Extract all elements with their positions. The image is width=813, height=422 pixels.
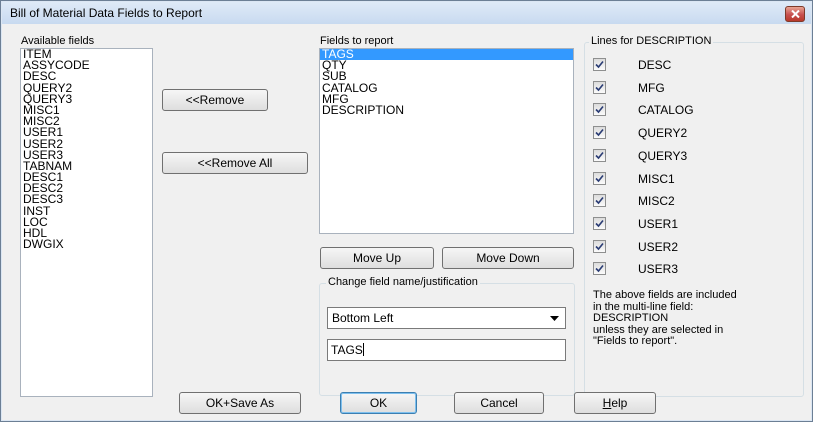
- available-fields-list[interactable]: ITEM ASSYCODE DESC QUERY2 QUERY3 MISC1 MISC2 US…: [20, 48, 153, 397]
- checkbox-label: USER3: [638, 262, 679, 277]
- line-checkbox-row[interactable]: USER2: [593, 237, 803, 259]
- checkbox-label: MISC2: [638, 194, 675, 209]
- note-line: The above fields are included: [593, 289, 737, 301]
- checkbox-label: QUERY3: [638, 148, 688, 163]
- report-item[interactable]: DESCRIPTION: [320, 104, 573, 116]
- check-icon: [595, 197, 604, 205]
- line-checkbox-row[interactable]: USER3: [593, 259, 803, 281]
- field-name-value: TAGS: [331, 343, 363, 357]
- line-checkbox-row[interactable]: USER1: [593, 214, 803, 236]
- check-icon: [595, 60, 604, 69]
- description-note: The above fields are included in the mul…: [593, 289, 793, 348]
- justification-value: Bottom Left: [332, 311, 394, 325]
- cancel-button[interactable]: Cancel: [454, 392, 544, 414]
- checkbox[interactable]: [593, 171, 606, 185]
- report-item[interactable]: QTY: [320, 59, 573, 71]
- checkbox[interactable]: [593, 216, 606, 230]
- window-title: Bill of Material Data Fields to Report: [10, 6, 203, 20]
- checkbox[interactable]: [593, 103, 606, 117]
- checkbox-label: CATALOG: [638, 103, 694, 118]
- note-line: "Fields to report".: [593, 335, 678, 347]
- bom-fields-dialog: Bill of Material Data Fields to Report A…: [0, 0, 813, 422]
- check-icon: [595, 129, 604, 137]
- check-icon: [595, 219, 604, 228]
- help-label-rest: elp: [611, 396, 628, 410]
- report-item[interactable]: CATALOG: [320, 81, 573, 94]
- change-field-group-label: Change field name/justification: [326, 276, 480, 288]
- check-icon: [595, 174, 604, 182]
- ok-save-as-button[interactable]: OK+Save As: [179, 392, 301, 414]
- close-icon: [791, 10, 800, 18]
- check-icon: [595, 106, 604, 114]
- checkbox[interactable]: [593, 194, 606, 208]
- ok-button[interactable]: OK: [340, 392, 417, 414]
- check-icon: [595, 265, 604, 273]
- remove-button[interactable]: <<Remove: [162, 89, 268, 111]
- available-fields-label: Available fields: [21, 35, 95, 47]
- checkbox[interactable]: [593, 262, 606, 276]
- checkbox-label: QUERY2: [638, 126, 688, 141]
- lines-group-label: Lines for DESCRIPTION: [589, 35, 714, 47]
- check-icon: [595, 151, 604, 159]
- check-icon: [595, 242, 604, 250]
- checkbox[interactable]: [593, 239, 606, 253]
- line-checkbox-row[interactable]: QUERY2: [593, 123, 803, 145]
- checkbox[interactable]: [593, 148, 606, 162]
- checkbox[interactable]: [593, 58, 606, 71]
- line-checkbox-row[interactable]: MFG: [593, 78, 803, 100]
- move-up-button[interactable]: Move Up: [320, 247, 434, 269]
- dialog-body: Available fields ITEM ASSYCODE DESC QUERY2 Q…: [2, 24, 811, 420]
- checkbox[interactable]: [593, 126, 606, 140]
- report-item[interactable]: TAGS: [320, 49, 573, 61]
- checkbox-label: USER2: [638, 239, 679, 254]
- close-button[interactable]: [785, 6, 805, 22]
- move-down-button[interactable]: Move Down: [442, 247, 574, 269]
- help-button[interactable]: Help: [574, 392, 656, 414]
- checkbox-label: USER1: [638, 216, 679, 231]
- remove-all-button[interactable]: <<Remove All: [162, 152, 308, 174]
- line-checkbox-row[interactable]: QUERY3: [593, 146, 803, 168]
- check-icon: [595, 83, 604, 91]
- line-checkbox-row[interactable]: MISC2: [593, 191, 803, 213]
- title-bar[interactable]: Bill of Material Data Fields to Report: [2, 2, 811, 24]
- line-checkbox-row[interactable]: MISC1: [593, 169, 803, 191]
- checkbox[interactable]: [593, 80, 606, 94]
- text-caret: [362, 343, 364, 356]
- available-item[interactable]: DWGIX: [21, 238, 152, 250]
- fields-to-report-label: Fields to report: [320, 35, 394, 47]
- line-checkbox-row[interactable]: DESC: [593, 55, 803, 77]
- line-checkbox-row[interactable]: CATALOG: [593, 100, 803, 122]
- chevron-down-icon: [550, 316, 559, 321]
- checkbox-label: MISC1: [638, 171, 675, 186]
- checkbox-label: DESC: [638, 58, 672, 72]
- note-line: DESCRIPTION: [593, 312, 669, 324]
- justification-dropdown[interactable]: Bottom Left: [327, 307, 566, 329]
- fields-to-report-list[interactable]: TAGS QTY SUB CATALOG MFG DESCRIPTION: [319, 48, 574, 234]
- field-name-input[interactable]: TAGS: [327, 339, 566, 361]
- checkbox-label: MFG: [638, 80, 665, 95]
